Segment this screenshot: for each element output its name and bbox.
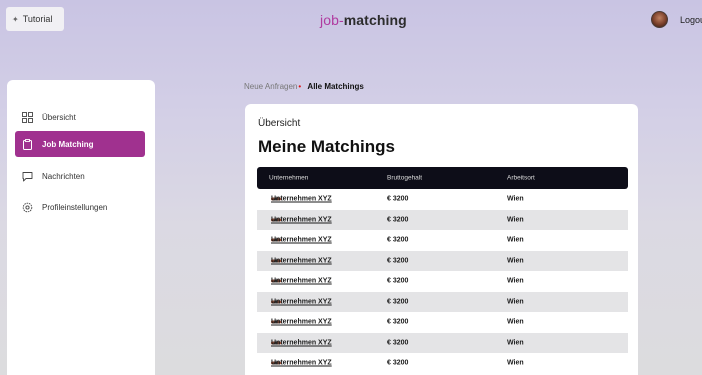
- company-link[interactable]: Unternehmen XYZ: [271, 196, 332, 203]
- company-link[interactable]: Unternehmen XYZ: [271, 298, 332, 305]
- sidebar-item-label: Job Matching: [42, 139, 94, 149]
- table-row[interactable]: Unternehmen XYZ € 3200 Wien: [257, 332, 628, 353]
- table-row[interactable]: Unternehmen XYZ € 3200 Wien: [257, 271, 628, 292]
- top-bar: ✦ Tutorial job-matching Logou: [0, 0, 702, 38]
- salary-cell: € 3200: [387, 257, 409, 265]
- notification-dot: •: [298, 82, 302, 91]
- logout-link[interactable]: Logou: [680, 15, 702, 25]
- location-cell: Wien: [507, 195, 524, 203]
- sidebar-item-profileinstellungen[interactable]: Profileinstellungen: [15, 194, 145, 220]
- location-cell: Wien: [507, 339, 524, 347]
- salary-cell: € 3200: [387, 318, 409, 326]
- salary-cell: € 3200: [387, 236, 409, 244]
- tutorial-button[interactable]: ✦ Tutorial: [6, 7, 64, 31]
- location-cell: Wien: [507, 359, 524, 367]
- salary-cell: € 3200: [387, 298, 409, 306]
- column-header-company: Unternehmen: [269, 174, 309, 182]
- breadcrumb-neue-anfragen[interactable]: Neue Anfragen: [244, 82, 297, 91]
- breadcrumb-current: Alle Matchings: [307, 82, 364, 91]
- sidebar-item-label: Profileinstellungen: [42, 202, 108, 212]
- table-row[interactable]: Unternehmen XYZ € 3200 Wien: [257, 250, 628, 271]
- table-header: Unternehmen Bruttogehalt Arbeitsort: [257, 167, 628, 189]
- company-link[interactable]: Unternehmen XYZ: [271, 216, 332, 223]
- location-cell: Wien: [507, 236, 524, 244]
- salary-cell: € 3200: [387, 216, 409, 224]
- matchings-table: Unternehmen Bruttogehalt Arbeitsort Unte…: [257, 167, 628, 374]
- sidebar-item-label: Übersicht: [42, 112, 76, 122]
- app-logo[interactable]: job-matching: [320, 12, 407, 28]
- matchings-card: Übersicht Meine Matchings Unternehmen Br…: [245, 104, 638, 375]
- company-link[interactable]: Unternehmen XYZ: [271, 237, 332, 244]
- location-cell: Wien: [507, 257, 524, 265]
- table-row[interactable]: Unternehmen XYZ € 3200 Wien: [257, 291, 628, 312]
- sidebar-item-label: Nachrichten: [42, 171, 85, 181]
- salary-cell: € 3200: [387, 359, 409, 367]
- salary-cell: € 3200: [387, 195, 409, 203]
- table-row[interactable]: Unternehmen XYZ € 3200 Wien: [257, 312, 628, 333]
- column-header-salary: Bruttogehalt: [387, 174, 423, 182]
- chat-bubble-icon: [22, 171, 33, 182]
- grid-icon: [22, 111, 33, 123]
- company-link[interactable]: Unternehmen XYZ: [271, 257, 332, 264]
- logo-prefix: job-: [320, 12, 344, 28]
- avatar[interactable]: [651, 11, 668, 28]
- page-title: Meine Matchings: [258, 137, 395, 156]
- table-row[interactable]: Unternehmen XYZ € 3200 Wien: [257, 230, 628, 251]
- column-header-location: Arbeitsort: [507, 174, 535, 182]
- location-cell: Wien: [507, 277, 524, 285]
- company-link[interactable]: Unternehmen XYZ: [271, 339, 332, 346]
- gear-icon: [22, 202, 33, 213]
- sidebar-item-job-matching[interactable]: Job Matching: [15, 131, 145, 157]
- location-cell: Wien: [507, 318, 524, 326]
- location-cell: Wien: [507, 216, 524, 224]
- tutorial-label: Tutorial: [22, 14, 53, 24]
- table-row[interactable]: Unternehmen XYZ € 3200 Wien: [257, 189, 628, 210]
- clipboard-icon: [22, 138, 33, 150]
- sparkle-icon: ✦: [12, 14, 19, 24]
- salary-cell: € 3200: [387, 339, 409, 347]
- company-link[interactable]: Unternehmen XYZ: [271, 278, 332, 285]
- location-cell: Wien: [507, 298, 524, 306]
- sidebar-item-uebersicht[interactable]: Übersicht: [15, 104, 145, 130]
- table-row[interactable]: Unternehmen XYZ € 3200 Wien: [257, 209, 628, 230]
- breadcrumb: Neue Anfragen• Alle Matchings: [244, 82, 364, 91]
- logo-suffix: matching: [343, 12, 407, 28]
- company-link[interactable]: Unternehmen XYZ: [271, 360, 332, 367]
- sidebar-item-nachrichten[interactable]: Nachrichten: [15, 163, 145, 189]
- table-row[interactable]: Unternehmen XYZ € 3200 Wien: [257, 353, 628, 374]
- company-link[interactable]: Unternehmen XYZ: [271, 319, 332, 326]
- card-subtitle: Übersicht: [258, 118, 301, 129]
- sidebar: Übersicht Job Matching Nachrichten Profi…: [7, 80, 155, 375]
- salary-cell: € 3200: [387, 277, 409, 285]
